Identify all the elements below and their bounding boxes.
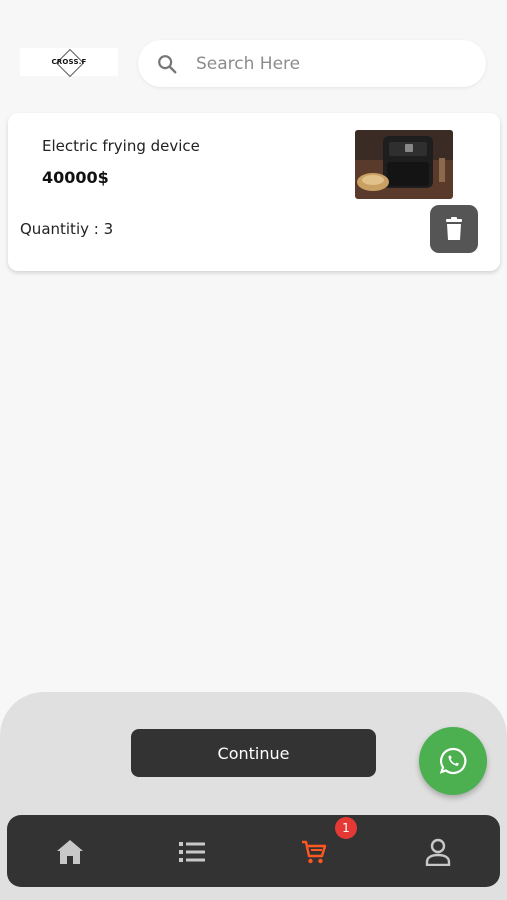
whatsapp-button[interactable] bbox=[419, 727, 487, 795]
delete-item-button[interactable] bbox=[430, 205, 478, 253]
search-icon bbox=[158, 54, 177, 73]
product-name: Electric frying device bbox=[42, 137, 200, 155]
cart-icon bbox=[302, 840, 327, 864]
home-icon bbox=[57, 840, 83, 864]
profile-icon bbox=[425, 838, 451, 866]
cart-item-card: Electric frying device 40000$ Quantitiy … bbox=[8, 113, 500, 271]
product-price: 40000$ bbox=[42, 168, 109, 187]
nav-profile[interactable] bbox=[421, 835, 455, 869]
continue-button[interactable]: Continue bbox=[131, 729, 376, 777]
search-bar[interactable] bbox=[138, 40, 486, 87]
brand-logo: CROSS.F bbox=[20, 48, 118, 78]
quantity-label: Quantitiy : 3 bbox=[20, 220, 114, 238]
nav-categories[interactable] bbox=[175, 835, 209, 869]
search-input[interactable] bbox=[194, 52, 458, 75]
logo-text: CROSS.F bbox=[51, 58, 87, 66]
nav-cart[interactable] bbox=[297, 835, 331, 869]
trash-icon bbox=[446, 217, 462, 240]
cart-badge: 1 bbox=[335, 817, 357, 839]
product-image bbox=[355, 130, 453, 199]
nav-home[interactable] bbox=[53, 835, 87, 869]
bottom-nav-bar bbox=[7, 815, 500, 887]
list-icon bbox=[179, 842, 205, 862]
status-bar bbox=[0, 0, 507, 24]
whatsapp-icon bbox=[439, 747, 467, 775]
